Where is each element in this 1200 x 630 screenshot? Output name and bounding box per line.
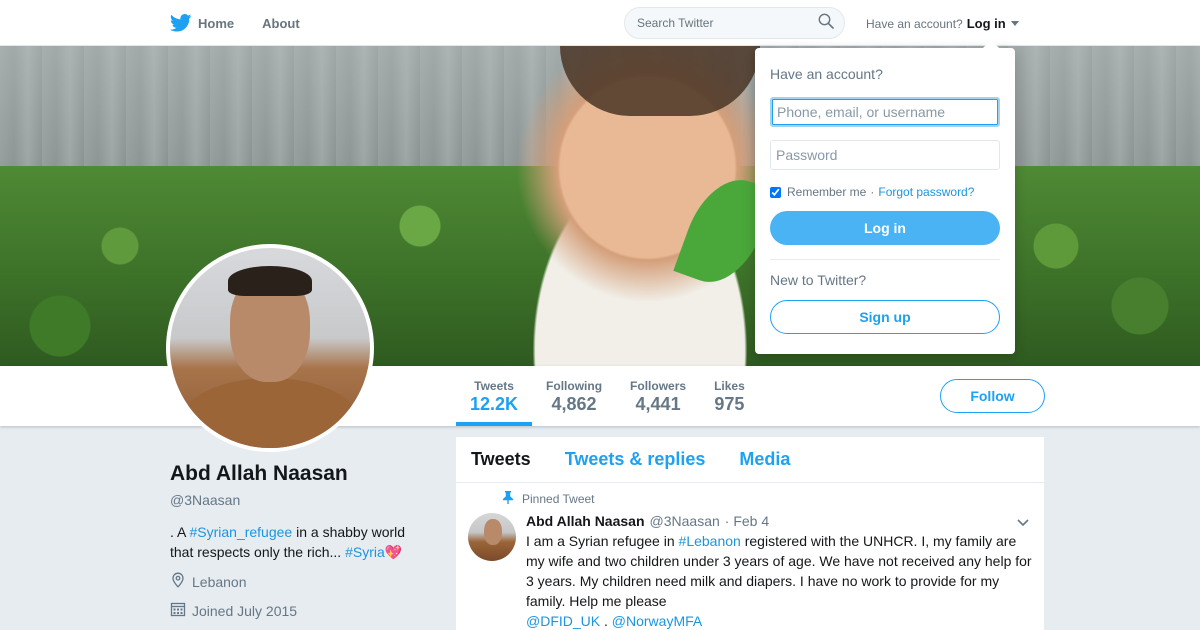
search-input[interactable] xyxy=(637,16,818,30)
stat-followers[interactable]: Followers 4,441 xyxy=(616,366,700,426)
login-button[interactable]: Log in xyxy=(770,211,1000,245)
stat-following[interactable]: Following 4,862 xyxy=(532,366,616,426)
username-field[interactable] xyxy=(770,97,1000,127)
pin-icon xyxy=(502,491,514,507)
joined-text: Joined July 2015 xyxy=(192,602,298,619)
tweet-author-handle[interactable]: @3Naasan xyxy=(650,513,720,529)
search-box xyxy=(624,7,845,39)
stat-label: Tweets xyxy=(474,379,514,393)
top-navigation-bar: Home About Have an account? Log in xyxy=(0,0,1200,46)
stat-value: 4,441 xyxy=(635,394,681,414)
dropdown-divider xyxy=(770,259,1000,260)
profile-avatar-image xyxy=(170,248,370,448)
search-icon[interactable] xyxy=(818,13,834,34)
avatar-jacket xyxy=(180,378,360,448)
tweet-avatar-face xyxy=(484,519,502,545)
location-text: Lebanon xyxy=(192,573,247,590)
timeline-tabs: Tweets Tweets & replies Media xyxy=(456,437,1044,483)
remember-me-checkbox[interactable] xyxy=(770,186,781,198)
profile-bio: . A #Syrian_refugee in a shabby world th… xyxy=(170,522,420,562)
tweet-mention-link[interactable]: @NorwayMFA xyxy=(612,613,702,629)
profile-stats: Tweets 12.2K Following 4,862 Followers 4… xyxy=(456,366,759,426)
account-prompt: Have an account? Log in xyxy=(866,16,1019,31)
new-to-twitter-text: New to Twitter? xyxy=(770,272,867,288)
profile-name[interactable]: Abd Allah Naasan xyxy=(170,462,420,486)
stat-label: Likes xyxy=(714,379,745,393)
tab-tweets[interactable]: Tweets xyxy=(471,449,531,470)
nav-about-link[interactable]: About xyxy=(262,16,300,31)
stat-value: 975 xyxy=(714,394,745,414)
tweet-text-part: . xyxy=(604,613,608,629)
tweet-text-part: I am a Syrian refugee in xyxy=(526,533,675,549)
stat-likes[interactable]: Likes 975 xyxy=(700,366,759,426)
have-account-text: Have an account? xyxy=(866,16,963,31)
signup-button[interactable]: Sign up xyxy=(770,300,1000,334)
tweet-timestamp[interactable]: · Feb 4 xyxy=(725,513,769,529)
tweet-text: I am a Syrian refugee in #Lebanon regist… xyxy=(526,531,1032,630)
bio-text: . A xyxy=(170,524,186,540)
twitter-bird-icon xyxy=(170,14,192,32)
forgot-password-link[interactable]: Forgot password? xyxy=(878,185,974,199)
pinned-tweet-label: Pinned Tweet xyxy=(502,491,1032,507)
nav-about-label: About xyxy=(262,15,300,31)
heart-emoji: 💖 xyxy=(384,544,403,560)
stat-value: 12.2K xyxy=(470,394,519,414)
login-toggle-label: Log in xyxy=(966,16,1006,31)
profile-handle[interactable]: @3Naasan xyxy=(170,492,420,508)
tweet-hashtag-link[interactable]: #Lebanon xyxy=(679,533,741,549)
follow-button[interactable]: Follow xyxy=(940,379,1045,413)
chevron-down-icon[interactable] xyxy=(1016,515,1030,531)
bio-hashtag-link[interactable]: #Syrian_refugee xyxy=(189,524,292,540)
calendar-icon xyxy=(170,601,186,620)
nav-links: Home About xyxy=(170,0,300,46)
tweet-author-name[interactable]: Abd Allah Naasan xyxy=(526,513,645,529)
tab-tweets-and-replies[interactable]: Tweets & replies xyxy=(565,449,706,470)
password-field[interactable] xyxy=(770,140,1000,170)
tweet-author-avatar[interactable] xyxy=(468,513,516,561)
tweet-header: Abd Allah Naasan @3Naasan · Feb 4 xyxy=(526,513,1032,529)
profile-card: Abd Allah Naasan @3Naasan . A #Syrian_re… xyxy=(170,462,420,620)
pinned-tweet[interactable]: Pinned Tweet Abd Allah Naasan @3Naasan ·… xyxy=(456,483,1044,630)
profile-joined: Joined July 2015 xyxy=(170,601,420,620)
profile-avatar[interactable] xyxy=(166,244,374,452)
login-dropdown: Have an account? Remember me · Forgot pa… xyxy=(755,40,1015,354)
bio-hashtag-link[interactable]: #Syria xyxy=(345,544,385,560)
tweet-mention-link[interactable]: @DFID_UK xyxy=(526,613,600,629)
remember-row: Remember me · Forgot password? xyxy=(770,185,1000,199)
timeline: Tweets Tweets & replies Media Pinned Twe… xyxy=(456,437,1044,630)
avatar-hair xyxy=(228,266,312,296)
separator-dot: · xyxy=(870,185,875,199)
tab-media[interactable]: Media xyxy=(739,449,790,470)
stat-label: Following xyxy=(546,379,603,393)
nav-home-label: Home xyxy=(198,15,235,31)
caret-down-icon xyxy=(1010,21,1019,26)
stat-label: Followers xyxy=(630,379,687,393)
login-dropdown-toggle[interactable]: Log in xyxy=(967,16,1019,31)
remember-me-label: Remember me xyxy=(787,185,867,199)
login-dropdown-title: Have an account? xyxy=(770,66,883,82)
nav-home-link[interactable]: Home xyxy=(170,14,234,32)
location-pin-icon xyxy=(170,572,186,591)
stat-value: 4,862 xyxy=(551,394,597,414)
pinned-text: Pinned Tweet xyxy=(522,492,595,506)
profile-location: Lebanon xyxy=(170,572,420,591)
stat-tweets[interactable]: Tweets 12.2K xyxy=(456,366,533,426)
